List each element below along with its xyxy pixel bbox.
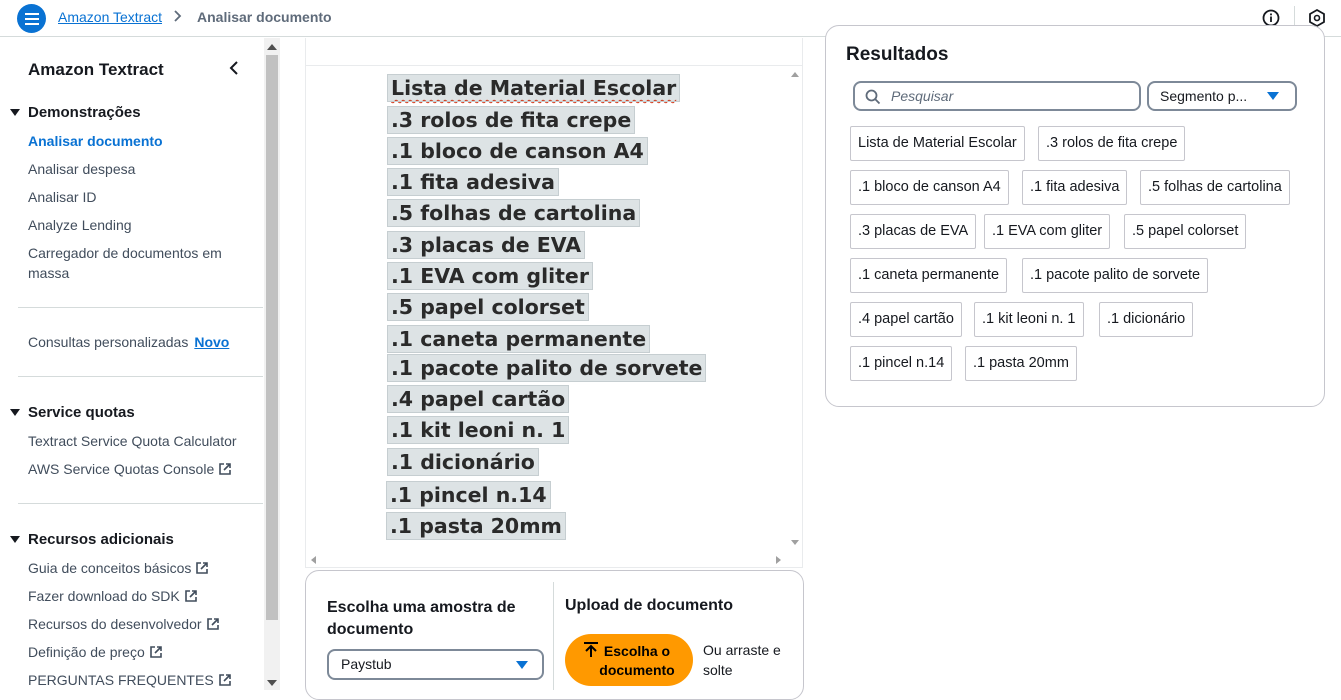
result-chip[interactable]: .1 dicionário [1099,302,1194,337]
result-chip[interactable]: .1 pincel n.14 [850,346,953,381]
result-chip[interactable]: .3 rolos de fita crepe [1038,126,1186,161]
result-chip[interactable]: .5 folhas de cartolina [1140,170,1290,205]
document-horizontal-scrollbar[interactable] [306,552,788,567]
nav-analisar-documento[interactable]: Analisar documento [28,131,163,151]
document-line[interactable]: .3 rolos de fita crepe [386,106,636,134]
breadcrumb-root-link[interactable]: Amazon Textract [58,9,162,25]
chevron-right-icon [172,8,184,27]
sidebar-divider [18,503,263,504]
external-link-icon [219,463,232,475]
document-line[interactable]: .1 pasta 20mm [386,512,566,540]
result-chip[interactable]: .1 caneta permanente [850,258,1008,293]
nav-definicao-preco[interactable]: Definição de preço [28,642,163,662]
breadcrumb-current: Analisar documento [197,9,332,25]
document-line[interactable]: .5 folhas de cartolina [386,199,641,227]
choose-document-button[interactable]: Escolha o documento [565,634,693,686]
scroll-left-arrow-icon[interactable] [311,556,316,564]
sidebar-scroll-thumb[interactable] [266,55,278,620]
section-demonstracoes[interactable]: Demonstrações [10,104,141,121]
document-line[interactable]: .1 fita adesiva [387,168,559,196]
caret-down-icon [1267,92,1279,100]
result-chip[interactable]: .5 papel colorset [1124,214,1247,249]
result-chip[interactable]: .1 kit leoni n. 1 [974,302,1084,337]
document-line[interactable]: .1 caneta permanente [386,325,651,353]
result-chip[interactable]: .3 placas de EVA [850,214,977,249]
side-navigation: Amazon Textract Demonstrações Analisar d… [0,38,264,690]
caret-down-icon [10,109,20,116]
nav-analyze-lending[interactable]: Analyze Lending [28,215,132,235]
document-vertical-scrollbar[interactable] [788,66,803,552]
scroll-down-arrow-icon[interactable] [267,680,277,686]
external-link-icon [218,674,231,686]
nav-perguntas-frequentes[interactable]: PERGUNTAS FREQUENTES [28,670,232,690]
document-viewer-divider [305,65,803,66]
segment-select[interactable]: Segmento p... [1147,81,1297,111]
document-line[interactable]: .1 dicionário [387,448,539,476]
caret-down-icon [10,536,20,543]
new-badge[interactable]: Novo [194,334,229,350]
result-chip[interactable]: .1 pacote palito de sorvete [1022,258,1209,293]
external-link-icon [149,646,162,658]
scroll-up-arrow-icon[interactable] [791,72,799,77]
document-line[interactable]: .1 pacote palito de sorvete [386,354,707,382]
nav-quota-calculator[interactable]: Textract Service Quota Calculator [28,431,237,451]
drag-drop-text: Ou arraste e solte [703,642,781,678]
sample-document-select[interactable]: Paystub [327,649,544,680]
nav-consultas-personalizadas[interactable]: Consultas personalizadas Novo [28,332,229,352]
nav-guia-conceitos[interactable]: Guia de conceitos básicos [28,558,209,578]
scroll-down-arrow-icon[interactable] [791,540,799,545]
menu-button[interactable] [17,4,46,33]
nav-analisar-id[interactable]: Analisar ID [28,187,96,207]
result-chip[interactable]: .1 fita adesiva [1022,170,1128,205]
section-service-quotas[interactable]: Service quotas [10,404,135,421]
nav-carregador-documentos[interactable]: Carregador de documentos em massa [28,243,243,283]
result-chip[interactable]: Lista de Material Escolar [850,126,1025,161]
nav-recursos-desenvolvedor[interactable]: Recursos do desenvolvedor [28,614,220,634]
results-search[interactable] [853,81,1141,111]
document-line[interactable]: Lista de Material Escolar [386,74,681,102]
external-link-icon [206,618,219,630]
external-link-icon [184,590,197,602]
scroll-up-arrow-icon[interactable] [267,44,277,50]
nav-analisar-despesa[interactable]: Analisar despesa [28,159,135,179]
chevron-left-icon[interactable] [224,58,244,78]
scroll-right-arrow-icon[interactable] [776,556,781,564]
external-link-icon [196,562,209,574]
nav-quotas-console[interactable]: AWS Service Quotas Console [28,459,232,479]
menu-icon [24,12,39,25]
document-line[interactable]: .4 papel cartão [386,385,570,413]
section-recursos-adicionais[interactable]: Recursos adicionais [10,531,174,548]
search-icon [865,89,881,105]
results-title: Resultados [846,44,949,65]
sidebar-divider [18,376,263,377]
card-divider [553,582,554,690]
sample-title: Escolha uma amostra de documento [327,599,516,638]
result-chip[interactable]: .4 papel cartão [850,302,962,337]
document-line[interactable]: .1 bloco de canson A4 [387,137,648,165]
document-line[interactable]: .1 EVA com gliter [387,262,593,290]
document-line[interactable]: .5 papel colorset [387,293,589,321]
sidebar-divider [18,307,263,308]
document-line[interactable]: .1 pincel n.14 [386,481,551,509]
caret-down-icon [516,661,528,669]
document-line[interactable]: .3 placas de EVA [386,231,586,259]
document-line[interactable]: .1 kit leoni n. 1 [386,416,570,444]
result-chip[interactable]: .1 pasta 20mm [965,346,1077,381]
result-chip[interactable]: .1 EVA com gliter [984,214,1111,249]
caret-down-icon [10,409,20,416]
sidebar-title: Amazon Textract [28,60,164,79]
nav-download-sdk[interactable]: Fazer download do SDK [28,586,198,606]
upload-title: Upload de documento [565,597,733,614]
search-input[interactable] [891,87,1131,105]
result-chip[interactable]: .1 bloco de canson A4 [850,170,1009,205]
